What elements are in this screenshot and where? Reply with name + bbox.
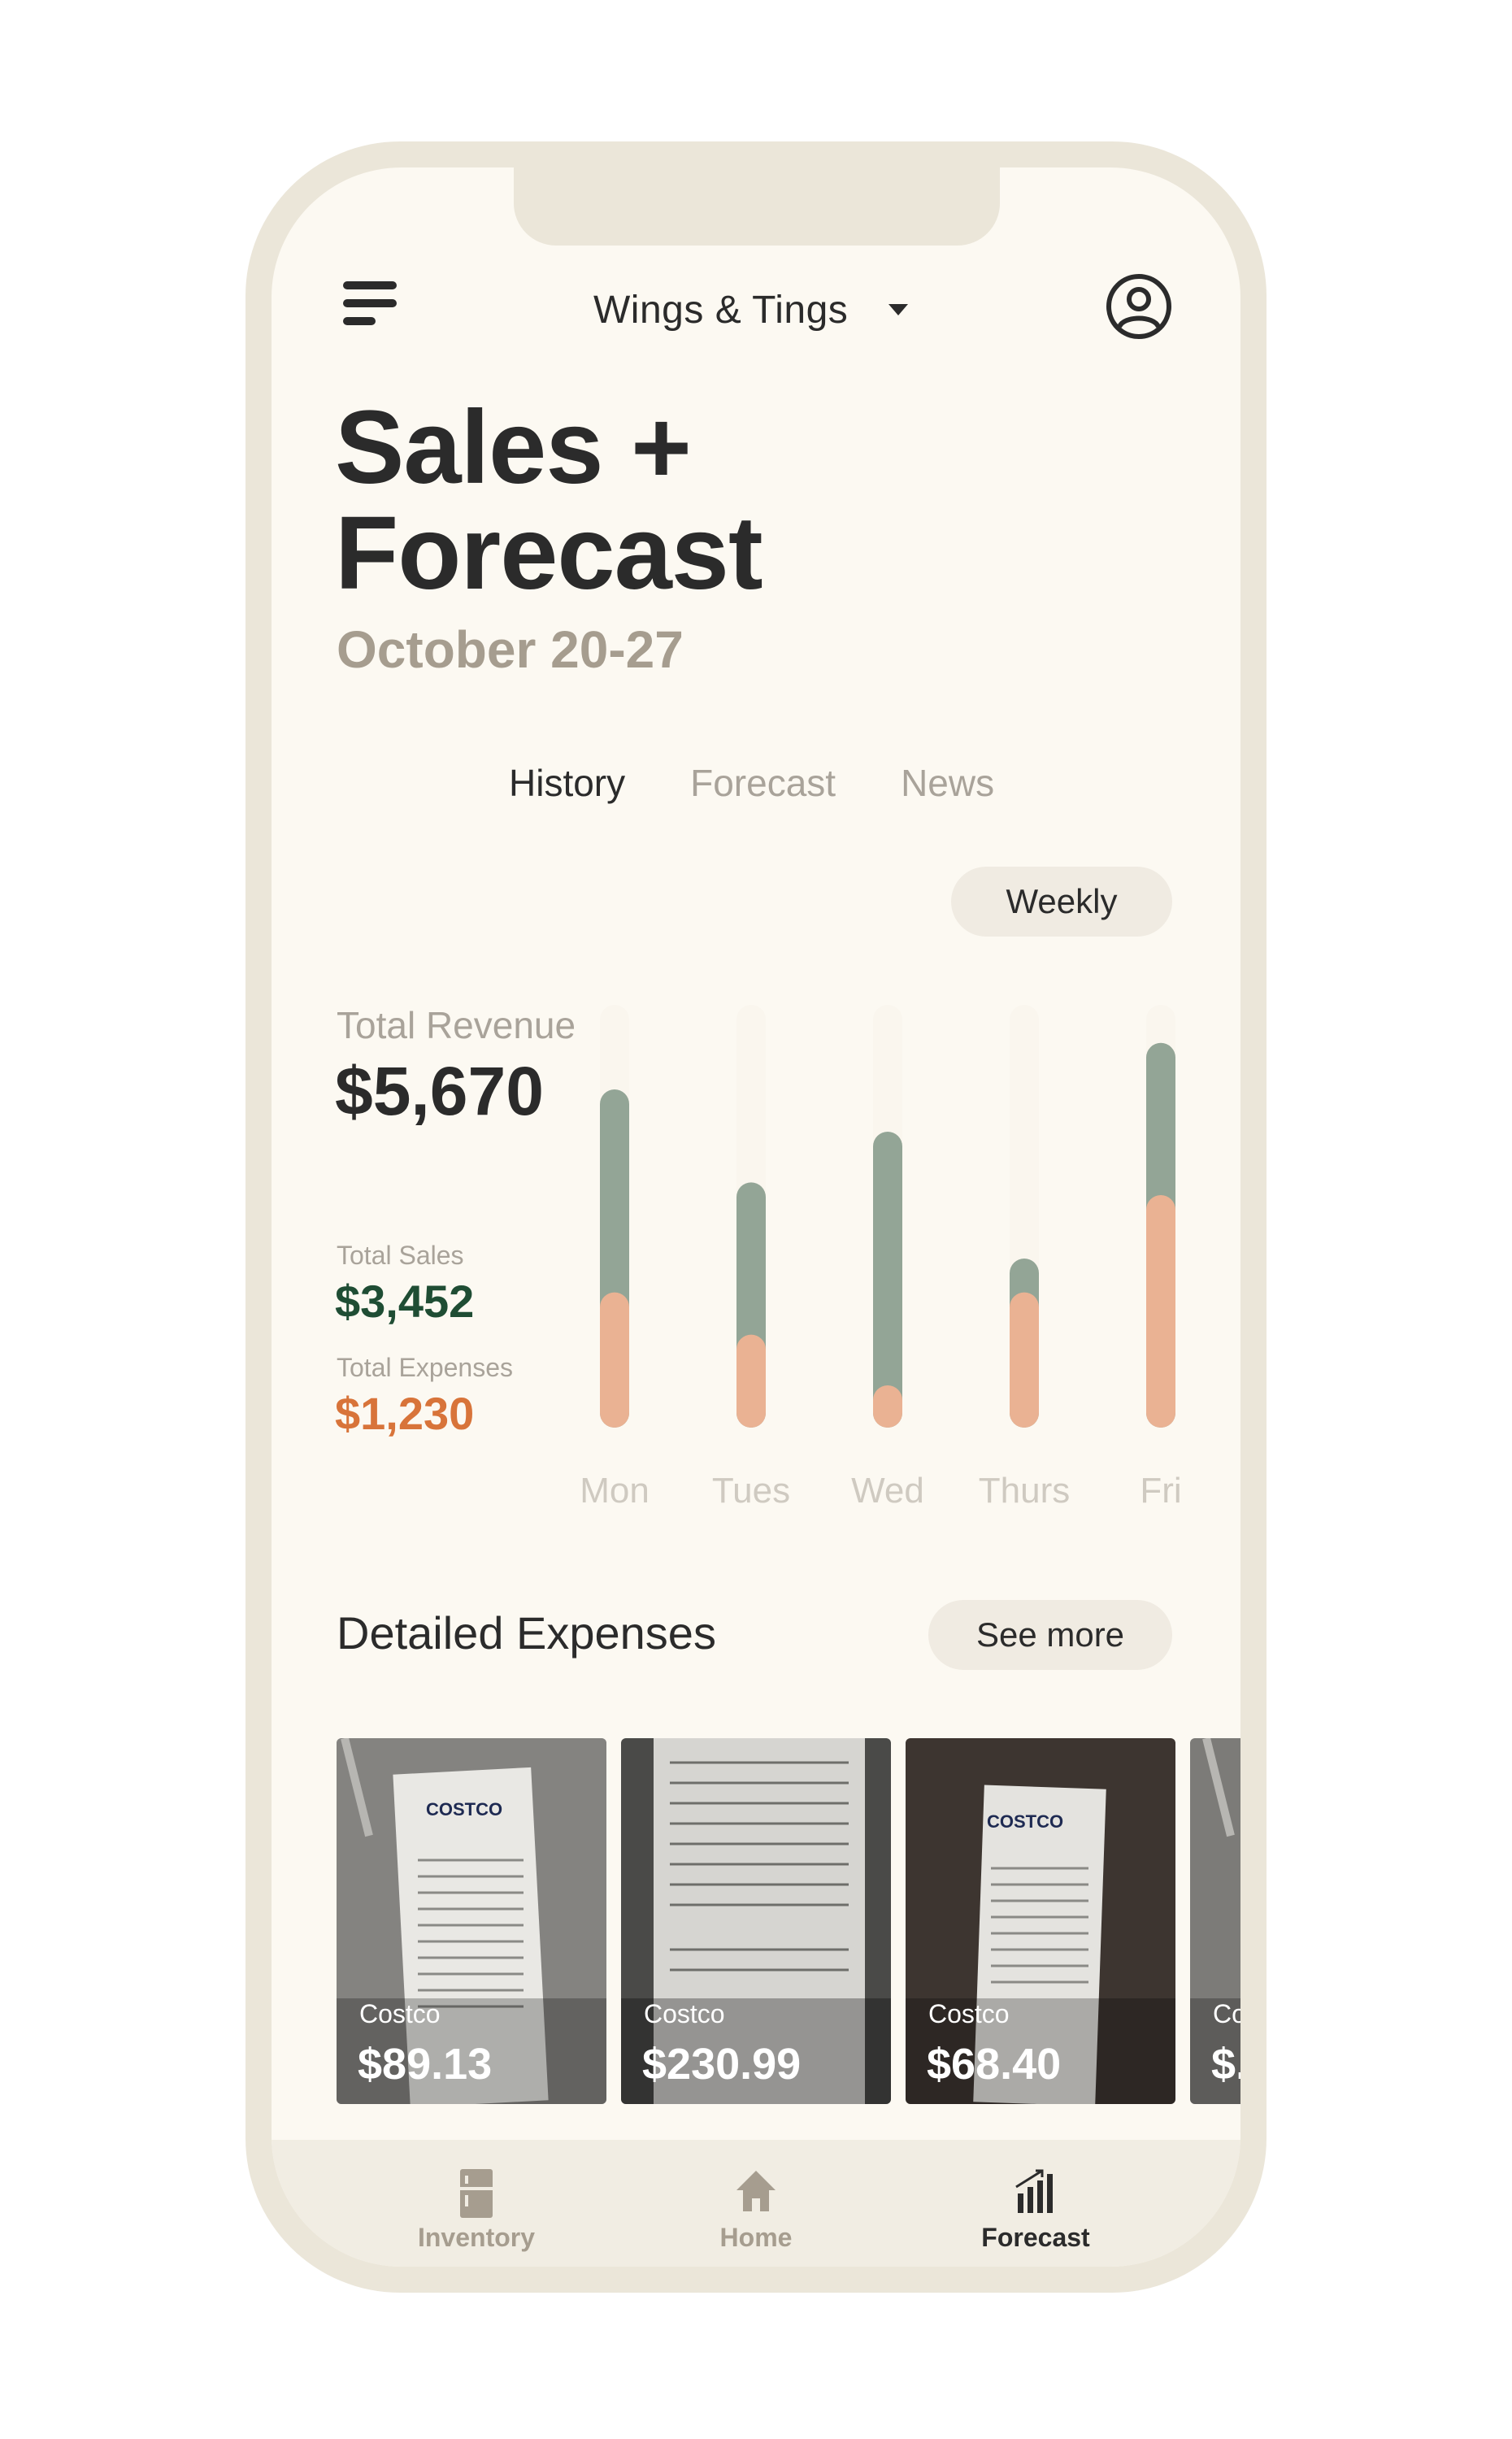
nav-label: Forecast bbox=[981, 2223, 1090, 2252]
page-title-line-1: Sales + bbox=[335, 389, 692, 506]
date-range: October 20-27 bbox=[337, 620, 684, 679]
fridge-icon bbox=[460, 2169, 493, 2218]
see-more-button[interactable]: See more bbox=[928, 1600, 1172, 1670]
svg-text:COSTCO: COSTCO bbox=[987, 1811, 1063, 1832]
store-name: Wings & Tings bbox=[593, 288, 849, 332]
expense-card[interactable]: COSTCO Costco $68.40 bbox=[906, 1738, 1175, 2104]
tab-history[interactable]: History bbox=[509, 761, 625, 805]
bottom-nav: Inventory Home Forecast bbox=[272, 2140, 1240, 2267]
hamburger-menu-icon[interactable] bbox=[343, 281, 400, 330]
total-expenses-value: $1,230 bbox=[335, 1388, 475, 1439]
expense-amount: $... bbox=[1211, 2040, 1240, 2089]
expense-card[interactable]: Costco $... bbox=[1190, 1738, 1240, 2104]
total-sales-value: $3,452 bbox=[335, 1276, 475, 1327]
expense-vendor: Costco bbox=[1213, 1999, 1240, 2028]
expense-vendor: Costco bbox=[928, 1999, 1010, 2028]
caret-down-icon bbox=[889, 304, 909, 315]
expense-carousel: COSTCO Costco $89.13 Costco $230.99 COST… bbox=[337, 1738, 1240, 2104]
weekly-bar-chart: Mon Tues Wed Thurs Fri bbox=[580, 1005, 1182, 1511]
expense-amount: $68.40 bbox=[927, 2040, 1062, 2089]
tab-bar: History Forecast News bbox=[509, 761, 994, 805]
nav-inventory[interactable]: Inventory bbox=[371, 2169, 582, 2259]
nav-label: Home bbox=[719, 2223, 793, 2252]
page-title-line-2: Forecast bbox=[335, 495, 763, 611]
tab-forecast[interactable]: Forecast bbox=[690, 761, 836, 805]
bar-secondary bbox=[600, 1292, 629, 1428]
total-expenses-label: Total Expenses bbox=[337, 1353, 514, 1382]
expense-card[interactable]: Costco $230.99 bbox=[621, 1738, 891, 2104]
x-tick-label: Fri bbox=[1140, 1471, 1181, 1511]
bar-chart-icon bbox=[1015, 2169, 1053, 2213]
nav-forecast[interactable]: Forecast bbox=[930, 2169, 1141, 2259]
home-icon bbox=[736, 2171, 776, 2211]
period-dropdown[interactable]: Weekly bbox=[951, 867, 1172, 937]
detailed-expenses-title: Detailed Expenses bbox=[337, 1607, 716, 1659]
x-tick-label: Thurs bbox=[979, 1471, 1070, 1511]
bar-secondary bbox=[736, 1334, 766, 1428]
bar-secondary bbox=[873, 1385, 902, 1428]
total-sales-label: Total Sales bbox=[337, 1241, 464, 1270]
profile-icon[interactable] bbox=[1106, 273, 1172, 340]
expense-vendor: Costco bbox=[359, 1999, 441, 2028]
store-selector[interactable]: Wings & Tings bbox=[593, 281, 909, 338]
page-title: Sales + Forecast bbox=[335, 395, 985, 606]
expense-card[interactable]: COSTCO Costco $89.13 bbox=[337, 1738, 606, 2104]
x-tick-label: Mon bbox=[580, 1471, 650, 1511]
x-tick-label: Wed bbox=[851, 1471, 924, 1511]
total-revenue-label: Total Revenue bbox=[337, 1004, 576, 1046]
bar-secondary bbox=[1146, 1195, 1175, 1428]
tab-news[interactable]: News bbox=[901, 761, 994, 805]
bar-secondary bbox=[1010, 1292, 1039, 1428]
svg-text:COSTCO: COSTCO bbox=[426, 1799, 502, 1819]
expense-amount: $230.99 bbox=[642, 2040, 802, 2089]
phone-notch bbox=[514, 167, 1000, 246]
nav-label: Inventory bbox=[417, 2223, 536, 2252]
expense-vendor: Costco bbox=[644, 1999, 725, 2028]
nav-home[interactable]: Home bbox=[650, 2169, 862, 2259]
total-revenue-value: $5,670 bbox=[335, 1053, 544, 1129]
bar-primary bbox=[873, 1132, 902, 1428]
app-screen: Wings & Tings Sales + Forecast October 2… bbox=[272, 167, 1240, 2267]
x-tick-label: Tues bbox=[712, 1471, 790, 1511]
expense-amount: $89.13 bbox=[358, 2040, 493, 2089]
